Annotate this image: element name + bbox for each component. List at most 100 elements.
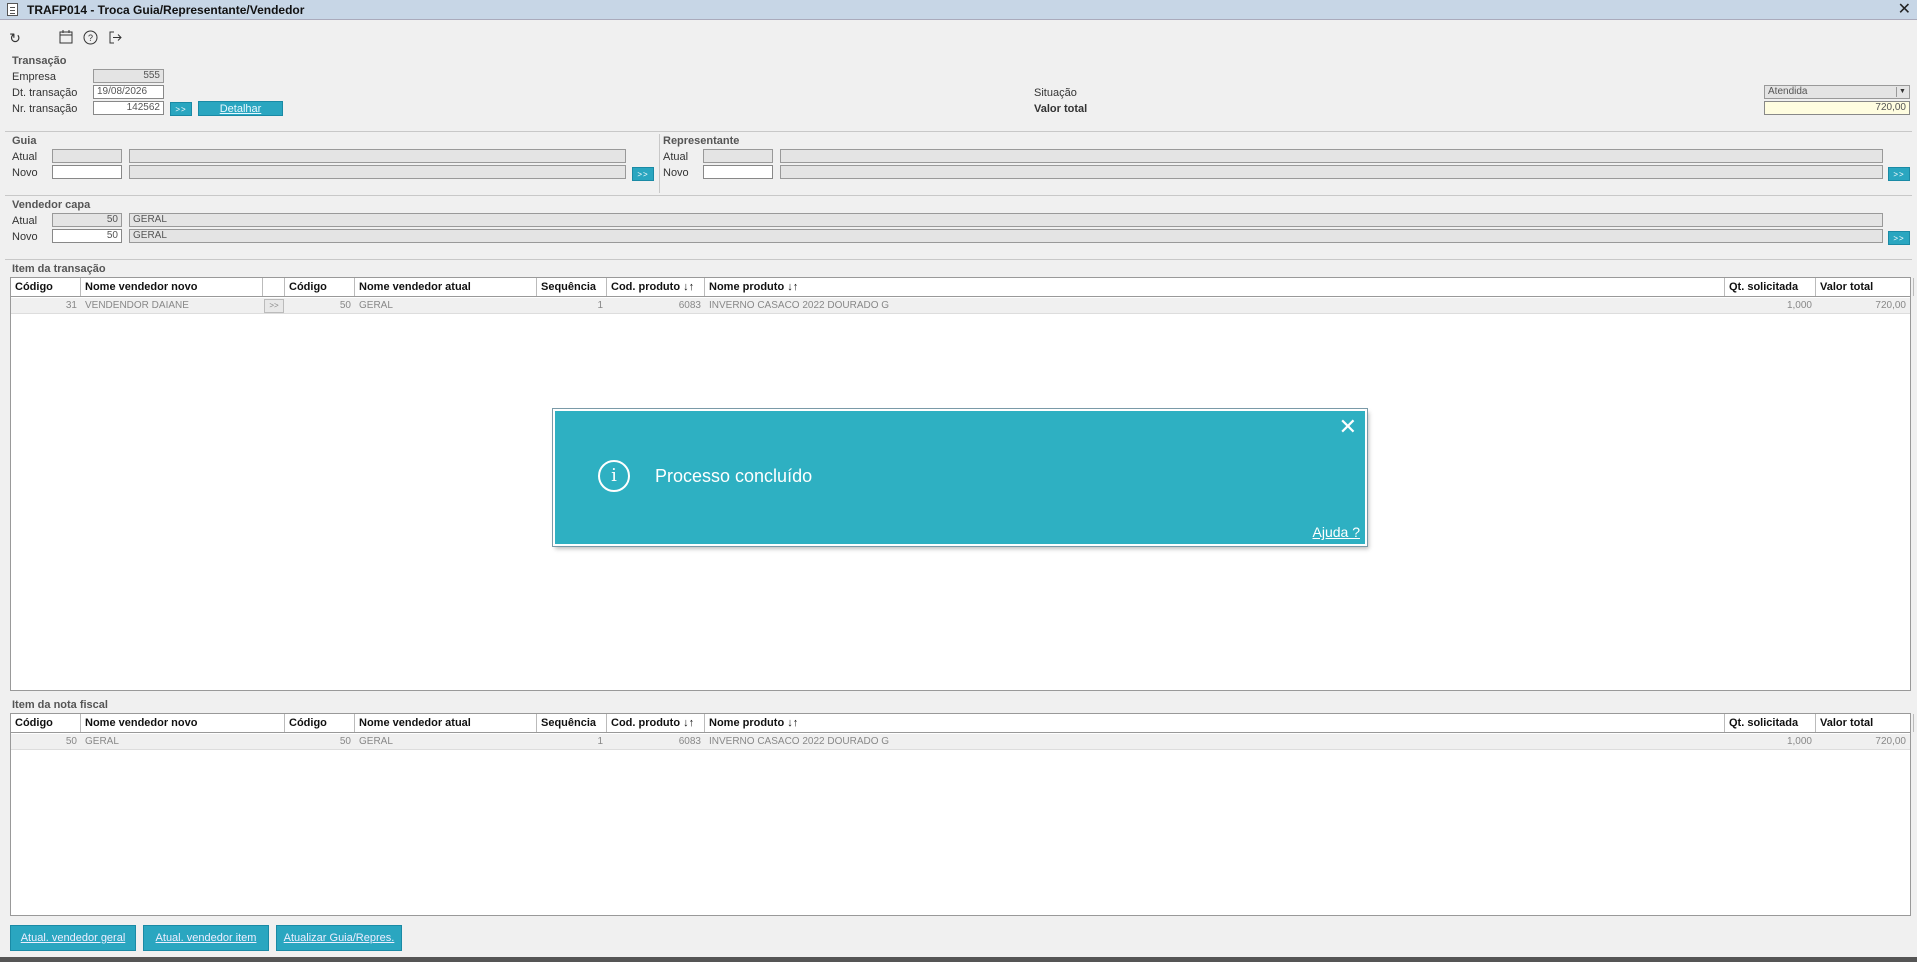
valor-total-field: 720,00 <box>1764 101 1910 115</box>
col-nome-produto[interactable]: Nome produto ↓↑ <box>705 278 1725 296</box>
col-sequencia[interactable]: Sequência <box>537 278 607 296</box>
situacao-select[interactable]: Atendida ▼ <box>1764 85 1910 99</box>
grid-header: Código Nome vendedor novo Código Nome ve… <box>11 714 1914 733</box>
section-vendedor-capa: Vendedor capa <box>12 199 91 211</box>
row-lookup-button[interactable]: >> <box>264 299 284 313</box>
window-close-icon[interactable]: ✕ <box>1898 1 1911 19</box>
grid-header: Código Nome vendedor novo Código Nome ve… <box>11 278 1914 297</box>
atualizar-guia-repres-button[interactable]: Atualizar Guia/Repres. <box>276 925 402 951</box>
col-action <box>263 278 285 296</box>
vendedor-lookup-button[interactable]: >> <box>1888 231 1910 245</box>
help-link[interactable]: Ajuda ? <box>1313 524 1360 540</box>
vendedor-novo-label: Novo <box>12 231 38 243</box>
vendedor-atual-code: 50 <box>52 213 122 227</box>
item-nf-grid: Código Nome vendedor novo Código Nome ve… <box>10 713 1914 916</box>
col-nome-vendedor-atual[interactable]: Nome vendedor atual <box>355 278 537 296</box>
guia-atual-name <box>129 149 626 163</box>
vendedor-novo-name: GERAL <box>129 229 1883 243</box>
table-row[interactable]: 50 GERAL 50 GERAL 1 6083 INVERNO CASACO … <box>11 734 1910 750</box>
repres-novo-label: Novo <box>663 167 689 179</box>
section-transacao: Transação <box>12 55 67 67</box>
window-title: TRAFP014 - Troca Guia/Representante/Vend… <box>27 3 305 17</box>
cell-valor: 720,00 <box>1875 736 1906 747</box>
table-row[interactable]: 31 VENDENDOR DAIANE >> 50 GERAL 1 6083 I… <box>11 298 1910 314</box>
cell-qt: 1,000 <box>1786 300 1812 311</box>
valor-total-label: Valor total <box>1034 103 1088 115</box>
window-bottom-border <box>0 957 1917 962</box>
document-icon <box>7 3 18 16</box>
col-nome-vendedor-novo[interactable]: Nome vendedor novo <box>81 278 263 296</box>
col-nome-vendedor-atual[interactable]: Nome vendedor atual <box>355 714 537 732</box>
guia-novo-code[interactable] <box>52 165 122 179</box>
section-representante: Representante <box>663 135 740 147</box>
dt-transacao-field[interactable]: 19/08/2026 <box>93 85 164 99</box>
cell-nome-atual: GERAL <box>359 300 393 311</box>
cell-sequencia: 1 <box>597 300 603 311</box>
vertical-divider <box>659 134 660 193</box>
cell-qt: 1,000 <box>1786 736 1812 747</box>
svg-text:?: ? <box>87 33 92 43</box>
cell-cod-produto: 6083 <box>678 300 701 311</box>
toast-message: Processo concluído <box>655 466 813 486</box>
vendedor-atual-name: GERAL <box>129 213 1883 227</box>
section-item-nota-fiscal: Item da nota fiscal <box>12 699 108 711</box>
situacao-label: Situação <box>1034 87 1077 99</box>
guia-novo-name <box>129 165 626 179</box>
col-cod-produto[interactable]: Cod. produto ↓↑ <box>607 278 705 296</box>
empresa-label: Empresa <box>12 71 57 83</box>
col-codigo[interactable]: Código <box>11 278 81 296</box>
section-item-transacao: Item da transação <box>12 263 106 275</box>
cell-nome-novo: VENDENDOR DAIANE <box>85 300 189 311</box>
vendedor-atual-label: Atual <box>12 215 38 227</box>
col-nome-produto[interactable]: Nome produto ↓↑ <box>705 714 1725 732</box>
calendar-icon[interactable] <box>58 30 74 46</box>
guia-atual-code <box>52 149 122 163</box>
dt-transacao-label: Dt. transação <box>12 87 78 99</box>
cell-codigo: 31 <box>65 300 77 311</box>
window-titlebar: TRAFP014 - Troca Guia/Representante/Vend… <box>0 0 1917 20</box>
divider <box>5 195 1912 196</box>
cell-valor: 720,00 <box>1875 300 1906 311</box>
col-cod-produto[interactable]: Cod. produto ↓↑ <box>607 714 705 732</box>
guia-lookup-button[interactable]: >> <box>632 167 654 181</box>
col-valor-total[interactable]: Valor total <box>1816 278 1914 296</box>
section-guia: Guia <box>12 135 37 147</box>
cell-nome-produto: INVERNO CASACO 2022 DOURADO G <box>709 300 890 311</box>
guia-atual-label: Atual <box>12 151 38 163</box>
divider <box>5 259 1912 260</box>
col-codigo-atual[interactable]: Código <box>285 714 355 732</box>
col-sequencia[interactable]: Sequência <box>537 714 607 732</box>
vendedor-novo-code[interactable]: 50 <box>52 229 122 243</box>
cell-cod-produto: 6083 <box>678 736 701 747</box>
guia-novo-label: Novo <box>12 167 38 179</box>
cell-nome-novo: GERAL <box>85 736 119 747</box>
atual-vendedor-item-button[interactable]: Atual. vendedor item <box>143 925 269 951</box>
empresa-field: 555 <box>93 69 164 83</box>
cell-sequencia: 1 <box>597 736 603 747</box>
repres-atual-code <box>703 149 773 163</box>
repres-atual-name <box>780 149 1883 163</box>
cell-codigo: 50 <box>65 736 77 747</box>
col-codigo[interactable]: Código <box>11 714 81 732</box>
col-codigo-atual[interactable]: Código <box>285 278 355 296</box>
cell-codigo-atual: 50 <box>339 300 351 311</box>
detalhar-button[interactable]: Detalhar <box>198 101 283 116</box>
repres-lookup-button[interactable]: >> <box>1888 167 1910 181</box>
toolbar: ↻ ? <box>0 21 1917 53</box>
repres-novo-code[interactable] <box>703 165 773 179</box>
chevron-down-icon[interactable]: ▼ <box>1896 87 1908 97</box>
info-icon: i <box>598 460 630 492</box>
close-icon[interactable]: ✕ <box>1339 415 1357 439</box>
exit-icon[interactable] <box>107 30 123 46</box>
col-nome-vendedor-novo[interactable]: Nome vendedor novo <box>81 714 285 732</box>
atual-vendedor-geral-button[interactable]: Atual. vendedor geral <box>10 925 136 951</box>
col-qt-solicitada[interactable]: Qt. solicitada <box>1725 714 1816 732</box>
repres-atual-label: Atual <box>663 151 689 163</box>
col-qt-solicitada[interactable]: Qt. solicitada <box>1725 278 1816 296</box>
nr-transacao-field[interactable]: 142562 <box>93 101 164 115</box>
help-icon[interactable]: ? <box>82 30 98 46</box>
cell-nome-produto: INVERNO CASACO 2022 DOURADO G <box>709 736 890 747</box>
col-valor-total[interactable]: Valor total <box>1816 714 1914 732</box>
nr-transacao-lookup-button[interactable]: >> <box>170 102 192 116</box>
refresh-icon[interactable]: ↻ <box>7 30 23 46</box>
